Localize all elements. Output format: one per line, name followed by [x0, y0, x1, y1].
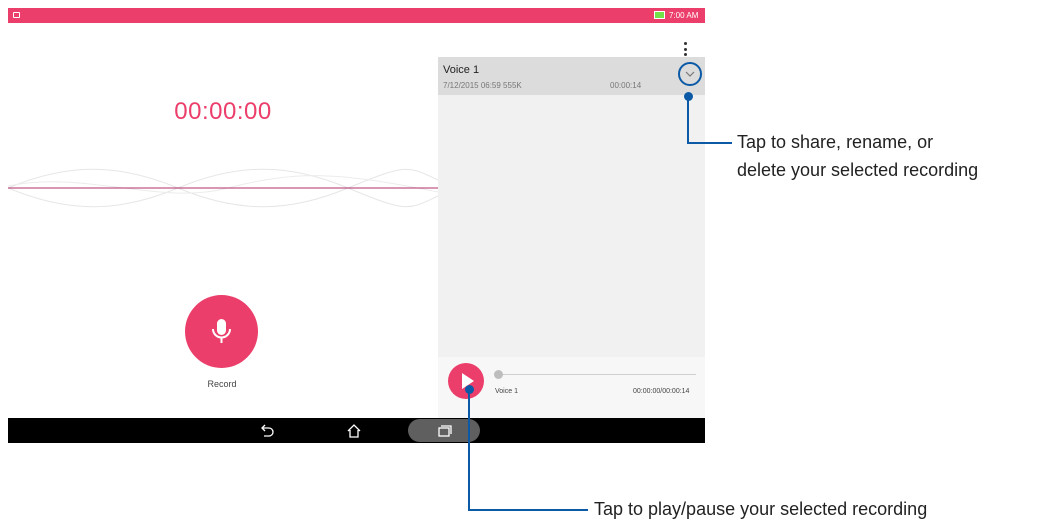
recordings-list: Voice 1 7/12/2015 06:59 555K 00:00:14: [438, 57, 705, 357]
progress-track[interactable]: [496, 374, 696, 375]
record-label: Record: [207, 379, 237, 389]
recording-meta: 7/12/2015 06:59 555K: [443, 81, 522, 90]
home-icon[interactable]: [345, 422, 363, 440]
navigation-bar: [8, 418, 705, 443]
callout-menu-text-1: Tap to share, rename, or: [737, 132, 934, 152]
play-button[interactable]: [448, 363, 484, 399]
expand-options-button[interactable]: [678, 62, 702, 86]
app-bar: [8, 23, 705, 57]
callout-play-text: Tap to play/pause your selected recordin…: [594, 499, 928, 519]
recording-list-item[interactable]: Voice 1 7/12/2015 06:59 555K 00:00:14: [438, 57, 705, 95]
device-screen: 7:00 AM 00:00:00 Record Voice 1 7/12/201…: [8, 8, 705, 443]
battery-icon: [654, 11, 665, 19]
recording-title: Voice 1: [443, 64, 480, 76]
chevron-down-icon: [685, 71, 695, 77]
progress-knob[interactable]: [494, 370, 503, 379]
recents-icon[interactable]: [435, 422, 453, 440]
play-icon: [462, 373, 474, 389]
back-icon[interactable]: [258, 422, 276, 440]
callout-line-play-vertical: [468, 390, 470, 511]
record-timer: 00:00:00: [174, 98, 272, 125]
callout-line-play-horizontal: [468, 509, 588, 511]
more-vert-icon[interactable]: [680, 42, 690, 56]
player-recording-name: Voice 1: [495, 388, 518, 395]
microphone-icon: [212, 319, 231, 343]
player-time: 00:00:00/00:00:14: [633, 388, 690, 395]
callout-menu-text-2: delete your selected recording: [737, 160, 979, 180]
callout-line-menu-horizontal: [687, 142, 732, 144]
notification-icon: [13, 12, 20, 18]
callout-line-menu-vertical: [687, 96, 689, 144]
record-button[interactable]: [185, 295, 258, 368]
status-time: 7:00 AM: [669, 11, 699, 20]
waveform: [8, 168, 438, 208]
status-bar: 7:00 AM: [8, 8, 705, 23]
player-bar: Voice 1 00:00:00/00:00:14: [438, 357, 705, 418]
recording-duration: 00:00:14: [610, 81, 642, 90]
